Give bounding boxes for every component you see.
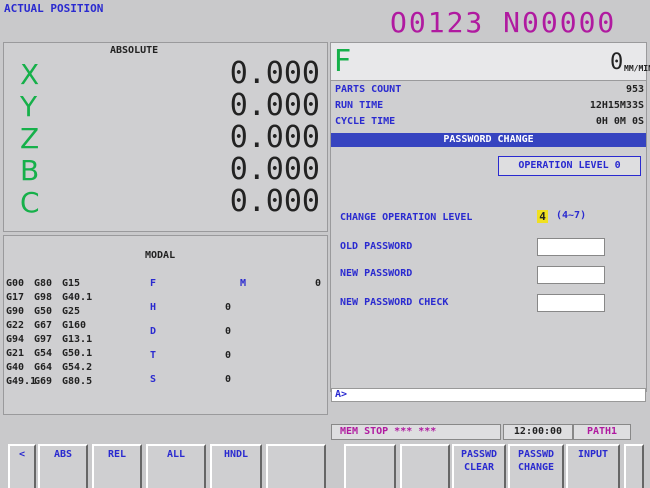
axis-x-label: X — [20, 58, 40, 91]
modal-m-value: 0 — [315, 278, 322, 289]
gcode-cell: G25 — [62, 306, 81, 317]
axis-b-value: 0.000 — [229, 152, 320, 187]
gcode-cell: G49.1 — [6, 376, 37, 387]
softkey-passwd-clear[interactable]: PASSWD CLEAR — [452, 444, 506, 488]
axis-x-value: 0.000 — [229, 56, 320, 91]
gcode-cell: G67 — [34, 320, 53, 331]
feed-value: 0 — [610, 50, 624, 75]
modal-m-letter: M — [240, 278, 247, 289]
parts-count-label: PARTS COUNT — [335, 84, 402, 95]
softkey-abs[interactable]: ABS — [38, 444, 88, 488]
parts-count-value: 953 — [625, 84, 644, 95]
gcode-cell: G98 — [34, 292, 53, 303]
old-password-input[interactable] — [537, 238, 605, 256]
run-time-value: 12H15M33S — [589, 100, 644, 111]
softkey-all[interactable]: ALL — [146, 444, 206, 488]
gcode-cell: G40.1 — [62, 292, 93, 303]
modal-d-letter: D — [150, 326, 157, 337]
feed-unit: MM/MIN — [624, 64, 650, 73]
softkey-hndl[interactable]: HNDL — [210, 444, 262, 488]
gcode-cell: G00 — [6, 278, 25, 289]
clock: 12:00:00 — [503, 424, 573, 440]
change-level-input[interactable]: 4 — [537, 210, 548, 223]
modal-label: MODAL — [145, 250, 176, 261]
change-level-label: CHANGE OPERATION LEVEL — [340, 212, 473, 223]
softkey-passwd-change-line2: CHANGE — [517, 462, 555, 473]
axis-z-value: 0.000 — [229, 120, 320, 155]
cycle-time-value: 0H 0M 0S — [595, 116, 644, 127]
gcode-cell: G22 — [6, 320, 25, 331]
gcode-cell: G64 — [34, 362, 53, 373]
softkey-prev[interactable]: < — [8, 444, 36, 488]
gcode-cell: G160 — [62, 320, 87, 331]
new-password-check-label: NEW PASSWORD CHECK — [340, 297, 449, 308]
softkey-blank-3[interactable] — [400, 444, 450, 488]
new-password-check-input[interactable] — [537, 294, 605, 312]
modal-h-value: 0 — [225, 302, 232, 313]
screen-title: ACTUAL POSITION — [4, 2, 104, 15]
softkey-passwd-clear-line2: CLEAR — [463, 462, 495, 473]
axis-y-label: Y — [20, 90, 38, 123]
axis-c-value: 0.000 — [229, 184, 320, 219]
axis-c-label: C — [20, 186, 40, 219]
gcode-cell: G69 — [34, 376, 53, 387]
softkey-next[interactable] — [624, 444, 644, 488]
modal-d-value: 0 — [225, 326, 232, 337]
modal-s-value: 0 — [225, 374, 232, 385]
gcode-cell: G80.5 — [62, 376, 93, 387]
gcode-cell: G90 — [6, 306, 25, 317]
softkey-blank-1[interactable] — [266, 444, 326, 488]
axis-y-value: 0.000 — [229, 88, 320, 123]
gcode-cell: G13.1 — [62, 334, 93, 345]
program-number: O0123 N00000 — [390, 6, 617, 39]
gcode-cell: G54.2 — [62, 362, 93, 373]
gcode-cell: G50 — [34, 306, 53, 317]
gcode-cell: G21 — [6, 348, 25, 359]
path-indicator: PATH1 — [573, 424, 631, 440]
gcode-cell: G40 — [6, 362, 25, 373]
modal-f-letter: F — [150, 278, 157, 289]
softkey-input[interactable]: INPUT — [566, 444, 620, 488]
gcode-cell: G54 — [34, 348, 53, 359]
modal-h-letter: H — [150, 302, 157, 313]
feed-display — [331, 43, 646, 81]
new-password-label: NEW PASSWORD — [340, 268, 413, 279]
password-change-header: PASSWORD CHANGE — [331, 133, 646, 147]
mode-status: MEM STOP *** *** — [331, 424, 501, 440]
cycle-time-label: CYCLE TIME — [335, 116, 396, 127]
softkey-passwd-change[interactable]: PASSWD CHANGE — [508, 444, 564, 488]
input-prompt[interactable]: A> — [331, 388, 646, 402]
modal-s-letter: S — [150, 374, 157, 385]
feed-letter: F — [334, 44, 352, 79]
gcode-cell: G80 — [34, 278, 53, 289]
change-level-range: (4~7) — [556, 210, 587, 221]
gcode-cell: G97 — [34, 334, 53, 345]
modal-t-letter: T — [150, 350, 157, 361]
operation-level-button[interactable]: OPERATION LEVEL 0 — [498, 156, 641, 176]
softkey-rel[interactable]: REL — [92, 444, 142, 488]
modal-t-value: 0 — [225, 350, 232, 361]
axis-z-label: Z — [20, 122, 40, 155]
softkey-blank-2[interactable] — [344, 444, 396, 488]
old-password-label: OLD PASSWORD — [340, 241, 413, 252]
gcode-cell: G17 — [6, 292, 25, 303]
gcode-cell: G50.1 — [62, 348, 93, 359]
gcode-cell: G15 — [62, 278, 81, 289]
softkey-passwd-change-line1: PASSWD — [517, 449, 555, 460]
run-time-label: RUN TIME — [335, 100, 384, 111]
gcode-cell: G94 — [6, 334, 25, 345]
absolute-label: ABSOLUTE — [110, 45, 159, 56]
softkey-passwd-clear-line1: PASSWD — [460, 449, 498, 460]
new-password-input[interactable] — [537, 266, 605, 284]
axis-b-label: B — [20, 154, 40, 187]
